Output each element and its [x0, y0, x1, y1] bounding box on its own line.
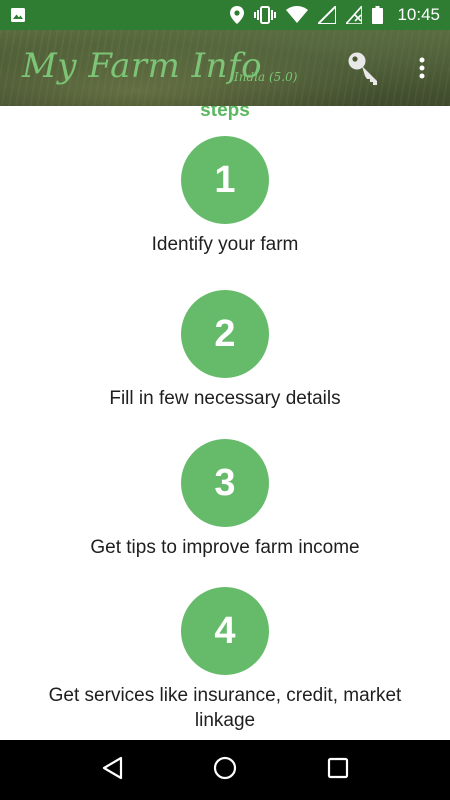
key-button[interactable]	[344, 50, 384, 90]
status-time: 10:45	[397, 5, 440, 24]
step-label: Get tips to improve farm income	[90, 537, 360, 558]
step-label: Fill in few necessary details	[109, 388, 341, 409]
back-icon	[101, 756, 123, 785]
home-button[interactable]	[205, 750, 245, 790]
section-heading: steps	[200, 106, 250, 121]
steps-content: steps 1 Identify your farm 2 Fill in few…	[0, 106, 450, 740]
home-icon	[213, 756, 237, 785]
more-vert-icon	[419, 57, 425, 84]
recents-button[interactable]	[318, 750, 358, 790]
step-number-badge: 1	[181, 136, 269, 224]
app-bar: My Farm Info India (5.0)	[0, 30, 450, 106]
step-number-badge: 3	[181, 439, 269, 527]
recents-icon	[327, 757, 349, 784]
step-label: Identify your farm	[151, 234, 299, 255]
back-button[interactable]	[92, 750, 132, 790]
status-bar: 10:45	[0, 0, 450, 30]
step-label: Get services like insurance, credit, mar…	[48, 685, 402, 731]
step-number-badge: 2	[181, 290, 269, 378]
step-number-badge: 4	[181, 587, 269, 675]
wifi-icon	[286, 6, 309, 24]
signal-icon	[318, 6, 337, 24]
no-sim-icon	[346, 6, 363, 24]
key-icon	[346, 50, 382, 91]
battery-icon	[372, 6, 384, 24]
location-icon	[230, 6, 245, 24]
vibrate-icon	[254, 6, 277, 24]
overflow-menu-button[interactable]	[408, 52, 436, 88]
navigation-bar	[0, 740, 450, 800]
app-subtitle: India (5.0)	[234, 70, 298, 84]
app-title: My Farm Info	[22, 46, 263, 86]
image-icon	[10, 7, 26, 23]
